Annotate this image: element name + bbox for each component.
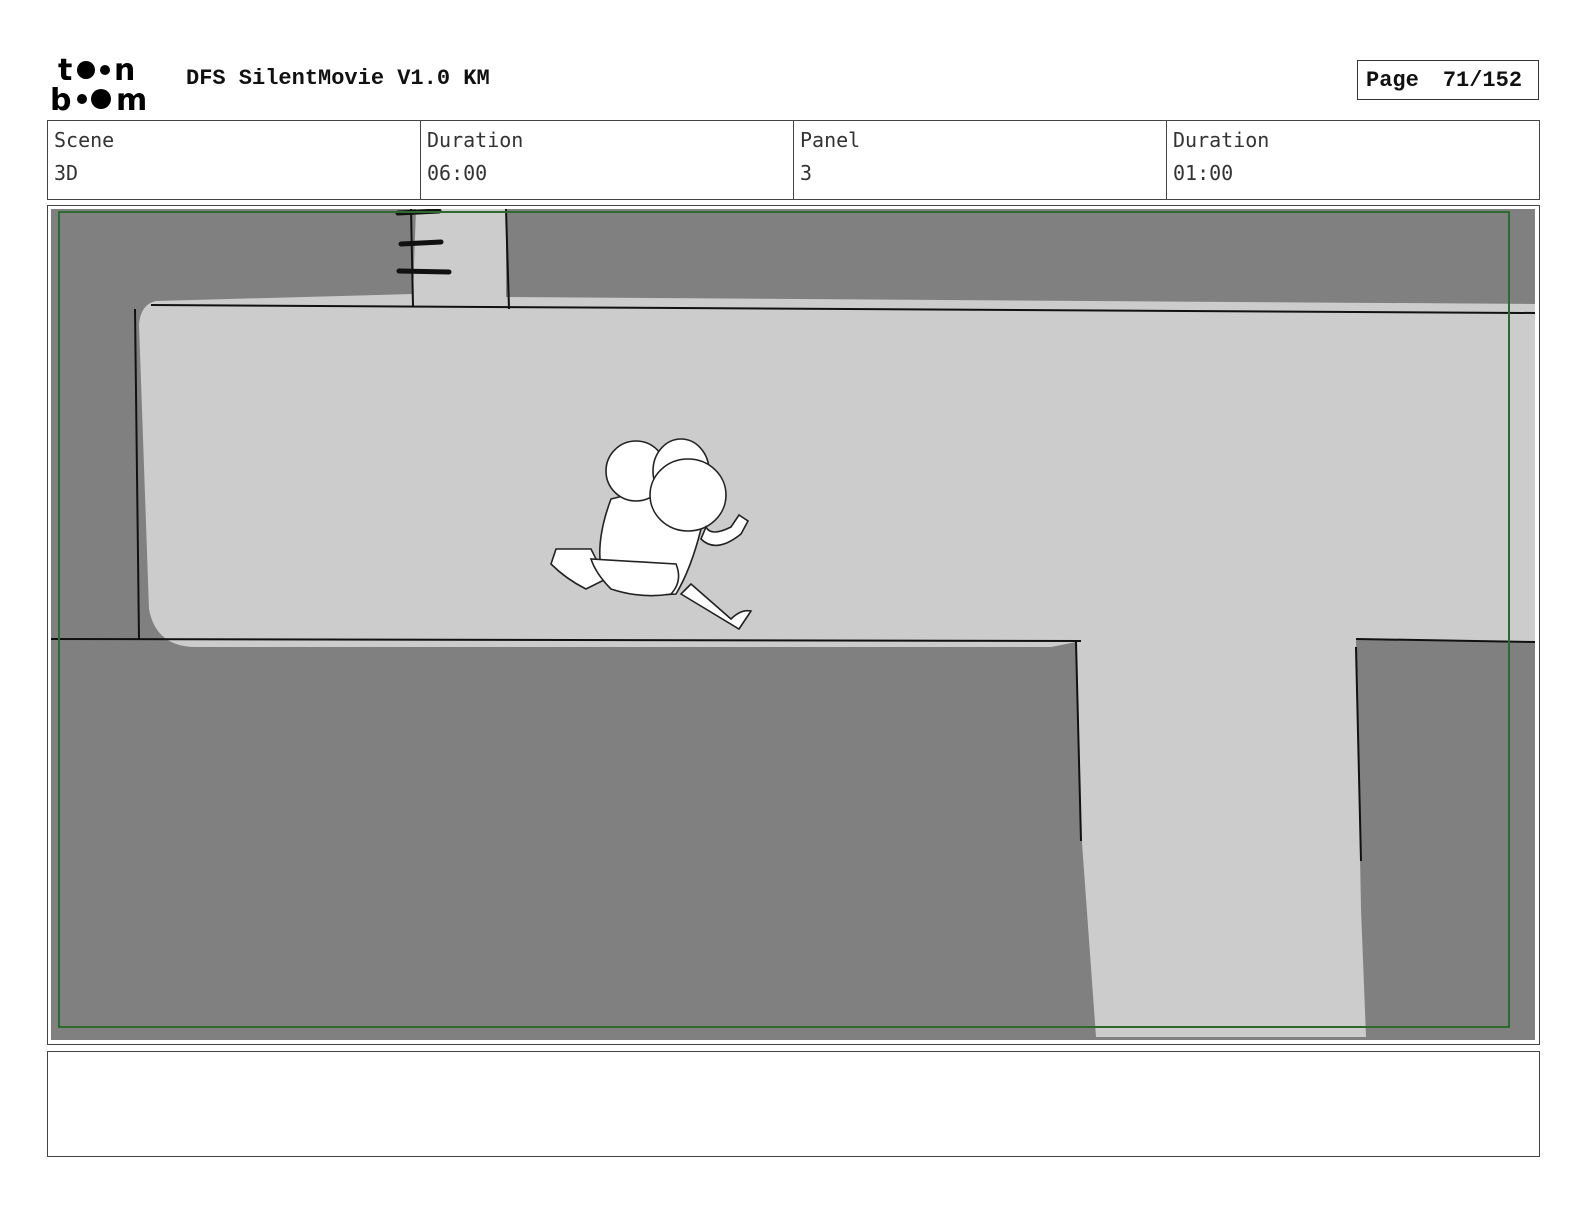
panel-duration-label: Duration — [1173, 128, 1270, 152]
panel-drawing — [51, 209, 1535, 1040]
page-indicator: Page 71/152 — [1357, 60, 1539, 100]
storyboard-panel — [47, 205, 1540, 1045]
scene-label: Scene — [54, 128, 115, 152]
scene-duration-label: Duration — [427, 128, 524, 152]
panel-cell: Panel 3 — [794, 121, 1167, 199]
panel-duration-cell: Duration 01:00 — [1167, 121, 1539, 199]
toon-boom-logo: t n b m — [50, 53, 147, 114]
scene-value: 3D — [54, 161, 79, 185]
panel-duration-value: 01:00 — [1173, 161, 1234, 185]
panel-notes-box — [47, 1051, 1540, 1157]
panel-value: 3 — [800, 161, 813, 185]
svg-text:m: m — [116, 83, 147, 114]
scene-duration-cell: Duration 06:00 — [421, 121, 794, 199]
scene-cell: Scene 3D — [48, 121, 421, 199]
document-title: DFS SilentMovie V1.0 KM — [186, 66, 490, 91]
page-number: 71/152 — [1442, 67, 1523, 93]
scene-duration-value: 06:00 — [427, 161, 488, 185]
panel-label: Panel — [800, 128, 861, 152]
scene-info-table: Scene 3D Duration 06:00 Panel 3 Duration… — [47, 120, 1540, 200]
svg-text:b: b — [50, 83, 71, 114]
page-label: Page — [1366, 67, 1419, 93]
